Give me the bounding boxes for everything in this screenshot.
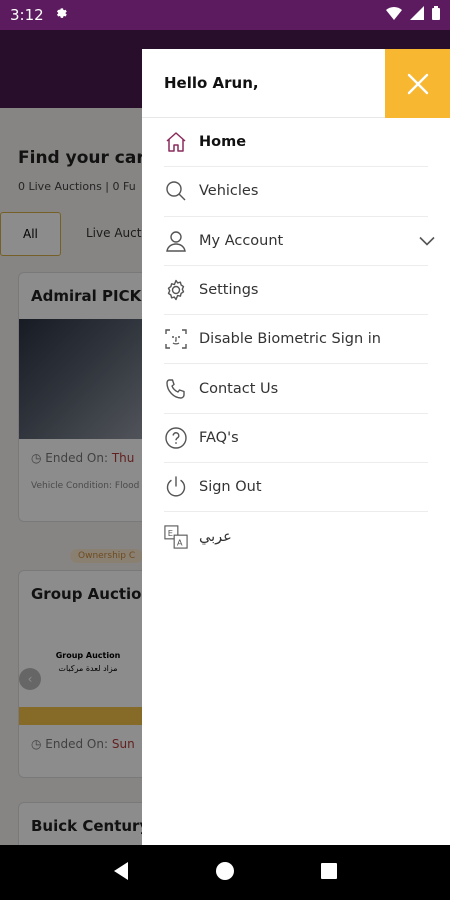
signal-icon (410, 6, 424, 24)
home-circle-icon[interactable] (215, 861, 235, 885)
menu-label: عربي (199, 529, 232, 546)
menu-item-my-account[interactable]: My Account (164, 217, 435, 266)
status-time: 3:12 (10, 6, 44, 24)
drawer-header: Hello Arun, (142, 49, 450, 118)
user-icon (164, 229, 188, 253)
question-icon (164, 426, 188, 450)
menu-label: FAQ's (199, 429, 239, 446)
menu-item-faqs[interactable]: FAQ's (164, 414, 428, 464)
menu-label: Vehicles (199, 183, 259, 200)
gear-icon (164, 278, 188, 302)
navigation-drawer: Hello Arun, Home Vehicles My Account Set… (142, 49, 450, 845)
face-scan-icon (164, 327, 188, 351)
menu-item-language[interactable]: EA عربي (164, 512, 428, 561)
system-nav-bar (0, 845, 450, 900)
menu-item-settings[interactable]: Settings (164, 266, 428, 316)
close-button[interactable] (385, 49, 450, 118)
menu-item-vehicles[interactable]: Vehicles (164, 167, 428, 217)
back-icon[interactable] (112, 861, 130, 885)
menu-label: Settings (199, 282, 259, 299)
menu-item-sign-out[interactable]: Sign Out (164, 463, 428, 513)
menu-item-contact-us[interactable]: Contact Us (164, 364, 428, 414)
menu-item-home[interactable]: Home (164, 118, 428, 168)
greeting: Hello Arun, (164, 74, 259, 92)
svg-text:E: E (168, 528, 173, 538)
battery-icon (432, 6, 440, 24)
power-icon (164, 475, 188, 499)
menu-label: Disable Biometric Sign in (199, 331, 382, 348)
close-icon (407, 73, 428, 94)
menu-label: My Account (199, 232, 284, 249)
home-icon (164, 130, 188, 154)
menu-label: Sign Out (199, 479, 262, 496)
svg-text:A: A (177, 537, 183, 547)
wifi-icon (386, 6, 402, 24)
gear-icon (54, 6, 68, 24)
search-icon (164, 179, 188, 203)
recents-icon[interactable] (320, 862, 338, 884)
chevron-down-icon[interactable] (418, 231, 436, 250)
drawer-menu: Home Vehicles My Account Settings Disabl… (142, 118, 450, 562)
menu-label: Contact Us (199, 380, 279, 397)
phone-icon (164, 377, 188, 401)
menu-label: Home (199, 134, 247, 151)
status-bar: 3:12 (0, 0, 450, 30)
translate-icon: EA (164, 525, 188, 549)
menu-item-disable-biometric[interactable]: Disable Biometric Sign in (164, 315, 428, 365)
